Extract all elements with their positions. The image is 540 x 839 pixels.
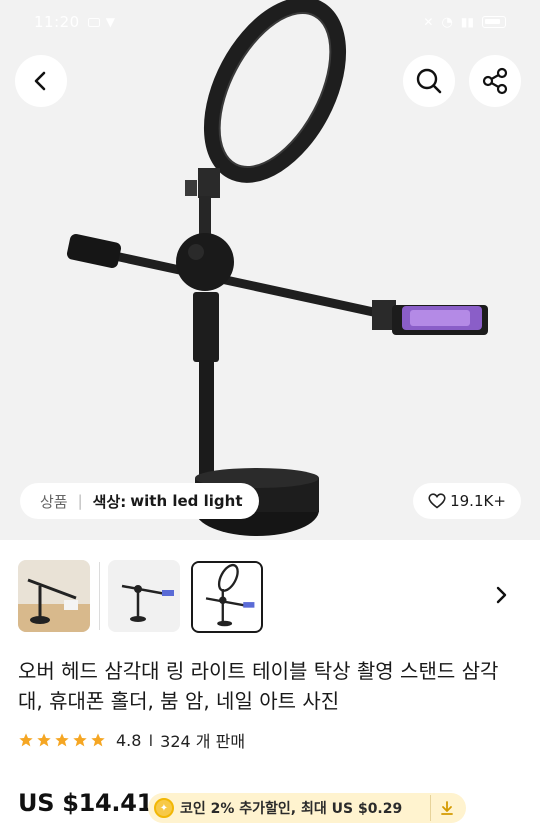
- star-icon: [37, 733, 51, 747]
- thumbnail-divider: [99, 562, 100, 630]
- wishlist-button[interactable]: 19.1K+: [413, 483, 521, 519]
- sold-count: 324 개 판매: [160, 732, 246, 751]
- filter-icon: ▼: [105, 15, 115, 29]
- variant-selector-chip[interactable]: 상품 | 색상: with led light: [20, 483, 259, 519]
- heart-icon: [428, 493, 446, 509]
- thumbnail-item[interactable]: [18, 560, 90, 632]
- rating-stars: [18, 732, 106, 748]
- variant-value: with led light: [130, 492, 243, 510]
- thumb-lifestyle: [18, 560, 90, 632]
- search-icon: [416, 68, 442, 94]
- variant-divider: |: [77, 492, 83, 510]
- star-icon: [55, 733, 69, 747]
- notification-icon: [87, 17, 100, 27]
- battery-icon: [482, 16, 506, 28]
- status-bar: 11:20 ▼ ✕ ◔ ▮▮: [0, 0, 540, 44]
- rating-divider: I: [148, 730, 154, 750]
- product-image: [66, 0, 488, 536]
- coin-discount-text: 코인 2% 추가할인, 최대 US $0.29: [180, 801, 403, 817]
- back-button[interactable]: [15, 55, 67, 107]
- thumbnail-item-selected[interactable]: [191, 561, 263, 633]
- chevron-right-icon: [496, 586, 507, 604]
- product-title: 오버 헤드 삼각대 링 라이트 테이블 탁상 촬영 스탠드 삼각대, 휴대폰 홀…: [18, 659, 499, 713]
- wifi-icon: ◔: [441, 14, 453, 30]
- share-icon: [482, 67, 508, 95]
- coin-download-button[interactable]: [430, 795, 462, 821]
- rating-value: 4.8: [116, 730, 142, 750]
- coin-icon: ✦: [154, 798, 174, 818]
- product-price: US $14.41: [18, 789, 154, 817]
- thumbnail-strip: [0, 556, 540, 636]
- star-icon: [91, 733, 105, 747]
- download-icon: [440, 801, 453, 815]
- back-icon: [34, 71, 46, 91]
- mute-icon: ✕: [423, 15, 434, 29]
- star-icon: [73, 733, 87, 747]
- variant-prefix: 색상:: [92, 492, 127, 511]
- thumbnail-item[interactable]: [108, 560, 180, 632]
- thumb-stand-ring-light: [193, 563, 260, 630]
- signal-icon: ▮▮: [460, 15, 474, 29]
- wishlist-count: 19.1K+: [450, 492, 506, 510]
- rating-row[interactable]: 4.8 I 324 개 판매: [18, 728, 245, 752]
- share-button[interactable]: [469, 55, 521, 107]
- thumb-stand-phone: [108, 560, 180, 632]
- variant-tag: 상품: [40, 492, 68, 511]
- star-icon: [19, 733, 33, 747]
- status-time: 11:20: [34, 13, 80, 31]
- coin-discount-banner[interactable]: ✦ 코인 2% 추가할인, 최대 US $0.29: [148, 793, 466, 823]
- thumbnail-next-button[interactable]: [488, 580, 514, 610]
- product-image-gallery[interactable]: 11:20 ▼ ✕ ◔ ▮▮ 상품 | 색상: with led light 1…: [0, 0, 540, 540]
- search-button[interactable]: [403, 55, 455, 107]
